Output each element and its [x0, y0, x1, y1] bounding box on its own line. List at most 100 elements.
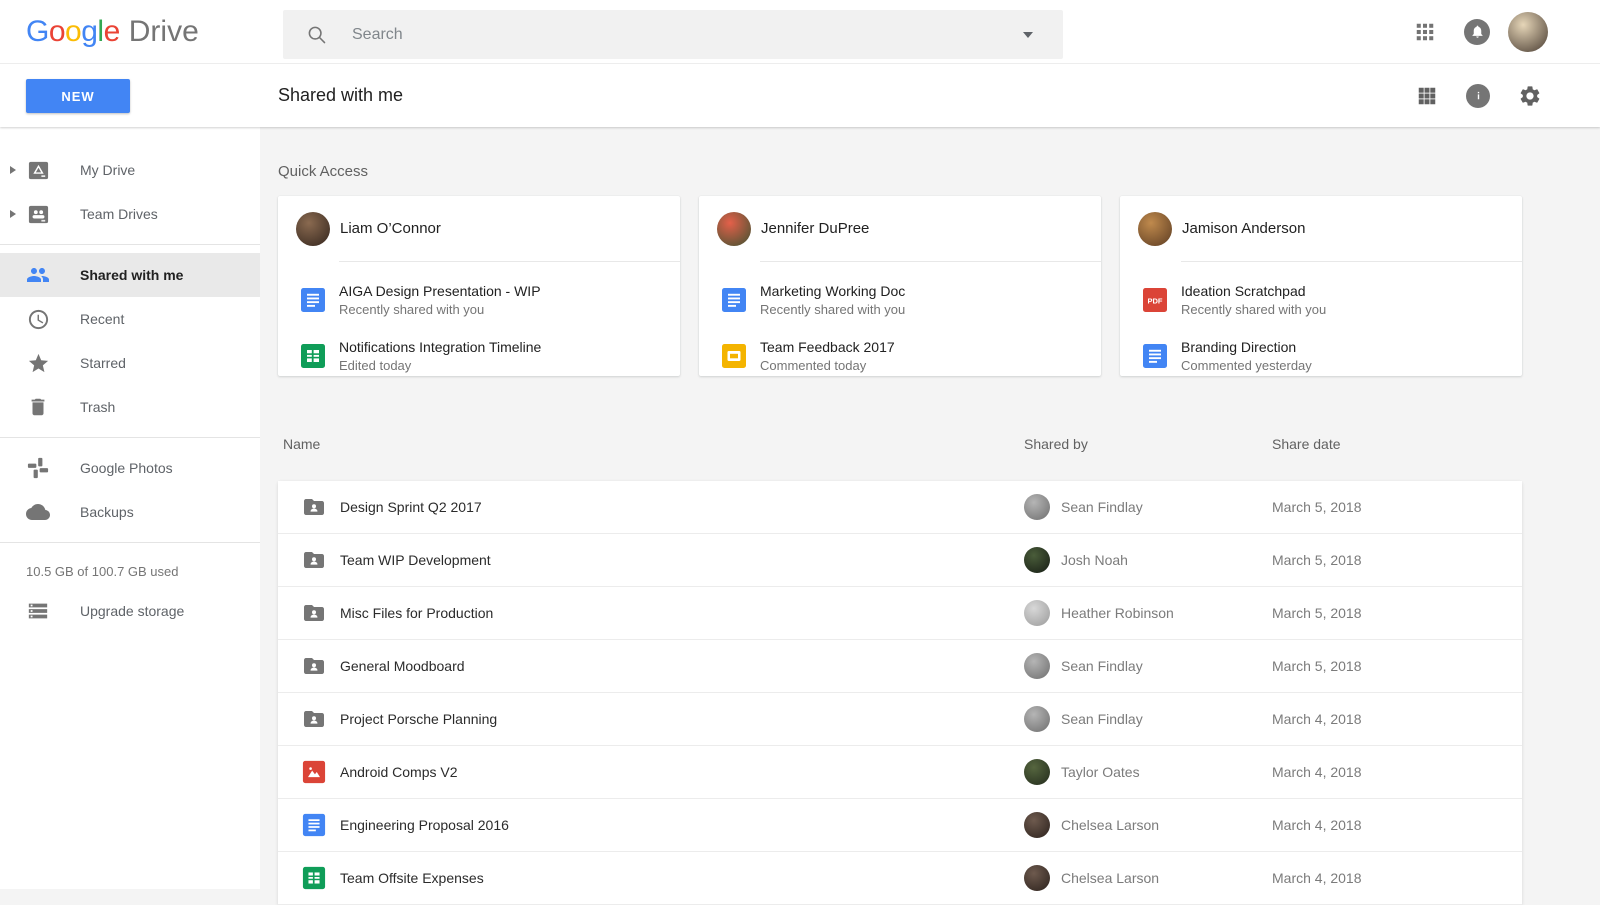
- toolbar-actions: [1416, 64, 1600, 127]
- search-placeholder: Search: [352, 26, 403, 44]
- row-file-name: Design Sprint Q2 2017: [340, 499, 482, 515]
- grid-view-icon[interactable]: [1416, 85, 1438, 107]
- row-share-date: March 5, 2018: [1272, 552, 1362, 568]
- card-file-entry[interactable]: Team Feedback 2017 Commented today: [699, 328, 1101, 376]
- card-person-header: Jennifer DuPree: [699, 196, 1101, 261]
- drive-logo-text: Drive: [129, 15, 199, 49]
- table-row[interactable]: General Moodboard Sean Findlay March 5, …: [278, 640, 1522, 693]
- sidebar-item-team-drives[interactable]: Team Drives: [0, 192, 260, 236]
- google-drive-logo[interactable]: Google Drive: [26, 0, 199, 63]
- sharer-name: Chelsea Larson: [1061, 817, 1159, 833]
- quick-access-card[interactable]: Jennifer DuPree Marketing Working Doc Re…: [699, 196, 1101, 376]
- account-avatar[interactable]: [1508, 12, 1548, 52]
- google-logo-text: Google: [26, 15, 120, 49]
- table-row[interactable]: Project Porsche Planning Sean Findlay Ma…: [278, 693, 1522, 746]
- person-name: Jamison Anderson: [1182, 220, 1305, 237]
- sharer-name: Sean Findlay: [1061, 658, 1143, 674]
- sidebar-item-my-drive[interactable]: My Drive: [0, 148, 260, 192]
- sidebar-item-recent[interactable]: Recent: [0, 297, 260, 341]
- google-logo-letter: o: [49, 15, 65, 48]
- table-row[interactable]: Android Comps V2 Taylor Oates March 4, 2…: [278, 746, 1522, 799]
- sharer-name: Taylor Oates: [1061, 764, 1140, 780]
- card-file-entry[interactable]: Branding Direction Commented yesterday: [1120, 328, 1522, 376]
- sharer-avatar: [1024, 706, 1050, 732]
- sharer-name: Heather Robinson: [1061, 605, 1174, 621]
- person-name: Liam O’Connor: [340, 220, 441, 237]
- row-shared-by: Chelsea Larson: [1024, 812, 1159, 838]
- settings-gear-icon[interactable]: [1518, 84, 1542, 108]
- file-status: Commented today: [760, 358, 895, 373]
- card-file-entry[interactable]: PDF Ideation Scratchpad Recently shared …: [1120, 272, 1522, 328]
- quick-access-title: Quick Access: [278, 163, 1600, 180]
- sharer-avatar: [1024, 653, 1050, 679]
- folder-file-icon: [302, 654, 326, 678]
- card-file-entry[interactable]: Marketing Working Doc Recently shared wi…: [699, 272, 1101, 328]
- row-file-name: Project Porsche Planning: [340, 711, 497, 727]
- expand-arrow-icon[interactable]: [10, 210, 16, 218]
- file-title: Ideation Scratchpad: [1181, 283, 1326, 299]
- person-avatar: [296, 212, 330, 246]
- file-status: Recently shared with you: [339, 302, 541, 317]
- folder-file-icon: [302, 548, 326, 572]
- table-row[interactable]: Misc Files for Production Heather Robins…: [278, 587, 1522, 640]
- folder-file-icon: [302, 707, 326, 731]
- column-header-shared-by[interactable]: Shared by: [1024, 436, 1088, 452]
- upgrade-storage-button[interactable]: Upgrade storage: [0, 589, 260, 633]
- table-row[interactable]: Engineering Proposal 2016 Chelsea Larson…: [278, 799, 1522, 852]
- top-app-bar: Google Drive Search: [0, 0, 1600, 64]
- folder-file-icon: [302, 495, 326, 519]
- docs-file-icon: [721, 287, 747, 313]
- google-logo-letter: o: [65, 15, 81, 48]
- info-icon[interactable]: [1466, 84, 1490, 108]
- row-share-date: March 5, 2018: [1272, 499, 1362, 515]
- row-shared-by: Taylor Oates: [1024, 759, 1140, 785]
- row-file-name: Team WIP Development: [340, 552, 491, 568]
- sharer-avatar: [1024, 547, 1050, 573]
- search-input[interactable]: Search: [283, 10, 1063, 59]
- notifications-bell-icon[interactable]: [1464, 19, 1490, 45]
- card-person-header: Liam O’Connor: [278, 196, 680, 261]
- card-file-entry[interactable]: AIGA Design Presentation - WIP Recently …: [278, 272, 680, 328]
- table-row[interactable]: Design Sprint Q2 2017 Sean Findlay March…: [278, 481, 1522, 534]
- sharer-name: Sean Findlay: [1061, 711, 1143, 727]
- sharer-avatar: [1024, 600, 1050, 626]
- google-logo-letter: G: [26, 15, 49, 48]
- star-icon: [26, 351, 50, 375]
- file-status: Edited today: [339, 358, 541, 373]
- table-row[interactable]: Team Offsite Expenses Chelsea Larson Mar…: [278, 852, 1522, 905]
- table-row[interactable]: Team WIP Development Josh Noah March 5, …: [278, 534, 1522, 587]
- sidebar-divider: [0, 542, 260, 543]
- sidebar-item-backups[interactable]: Backups: [0, 490, 260, 534]
- sheets-file-icon: [300, 343, 326, 369]
- apps-grid-icon[interactable]: [1414, 21, 1436, 43]
- search-options-caret-icon[interactable]: [1023, 32, 1033, 38]
- column-header-share-date[interactable]: Share date: [1272, 436, 1341, 452]
- sidebar-item-trash[interactable]: Trash: [0, 385, 260, 429]
- sharer-avatar: [1024, 812, 1050, 838]
- sharer-avatar: [1024, 865, 1050, 891]
- expand-arrow-icon[interactable]: [10, 166, 16, 174]
- sharer-avatar: [1024, 494, 1050, 520]
- file-title: Branding Direction: [1181, 339, 1312, 355]
- trash-icon: [26, 395, 50, 419]
- sidebar-item-starred[interactable]: Starred: [0, 341, 260, 385]
- column-header-name[interactable]: Name: [283, 436, 320, 452]
- file-title: AIGA Design Presentation - WIP: [339, 283, 541, 299]
- sidebar-item-label: Starred: [80, 355, 126, 371]
- sidebar-item-label: Google Photos: [80, 460, 173, 476]
- file-status: Recently shared with you: [1181, 302, 1326, 317]
- main-content: Quick Access Liam O’Connor AIGA Design P…: [260, 127, 1600, 889]
- pdf-file-icon: PDF: [1142, 287, 1168, 313]
- quick-access-card[interactable]: Liam O’Connor AIGA Design Presentation -…: [278, 196, 680, 376]
- sidebar-item-shared-with-me[interactable]: Shared with me: [0, 253, 260, 297]
- card-person-header: Jamison Anderson: [1120, 196, 1522, 261]
- search-icon: [306, 24, 328, 46]
- new-button[interactable]: NEW: [26, 79, 130, 113]
- row-share-date: March 5, 2018: [1272, 605, 1362, 621]
- row-shared-by: Sean Findlay: [1024, 494, 1143, 520]
- card-file-entry[interactable]: Notifications Integration Timeline Edite…: [278, 328, 680, 376]
- sharer-avatar: [1024, 759, 1050, 785]
- quick-access-card[interactable]: Jamison Anderson PDF Ideation Scratchpad…: [1120, 196, 1522, 376]
- sidebar-item-google-photos[interactable]: Google Photos: [0, 446, 260, 490]
- sidebar-item-label: Shared with me: [80, 267, 183, 283]
